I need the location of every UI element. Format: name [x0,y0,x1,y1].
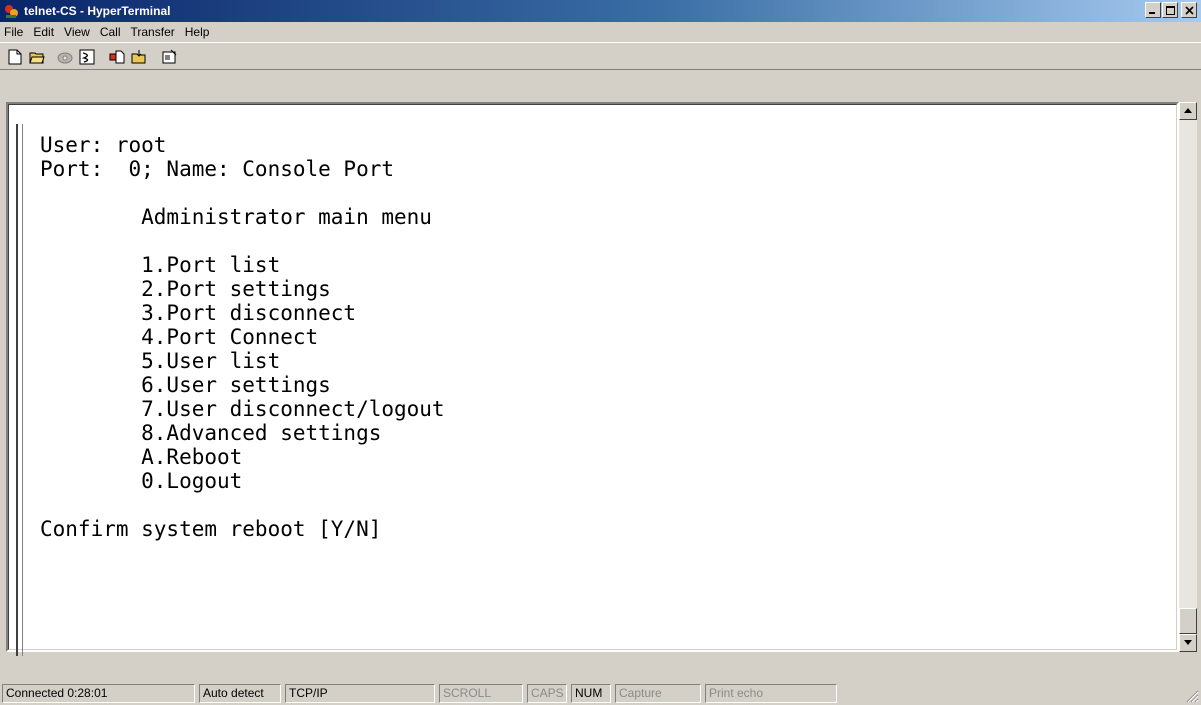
minimize-icon [1149,12,1155,14]
terminal-line: 6.User settings [40,373,331,397]
menu-call[interactable]: Call [95,23,126,41]
receive-button[interactable] [128,46,150,68]
status-detect: Auto detect [199,684,281,703]
terminal-line: User: root [40,133,167,157]
terminal-line: 7.User disconnect/logout [40,397,445,421]
arrow-down-icon [1184,640,1192,645]
terminal-frame [0,70,1201,102]
scroll-down-button[interactable] [1179,634,1197,652]
status-num: NUM [571,684,611,703]
status-bar: Connected 0:28:01 Auto detect TCP/IP SCR… [0,681,1201,705]
new-document-icon [8,49,22,65]
terminal-line: 1.Port list [40,253,281,277]
open-folder-icon [29,52,45,64]
status-capture: Capture [615,684,701,703]
menu-view[interactable]: View [59,23,95,41]
scroll-up-button[interactable] [1179,102,1197,120]
arrow-up-icon [1184,108,1192,113]
status-connection-time: Connected 0:28:01 [2,684,195,703]
window-title: telnet-CS - HyperTerminal [24,4,171,18]
menu-transfer[interactable]: Transfer [126,23,180,41]
terminal-gutter [16,124,23,656]
disconnect-button[interactable] [76,46,98,68]
send-file-icon [109,50,125,64]
phone-icon [57,52,73,64]
terminal-line: 4.Port Connect [40,325,319,349]
terminal-screen[interactable]: User: root Port: 0; Name: Console Port A… [6,102,1179,656]
terminal-line: 0.Logout [40,469,243,493]
connect-button[interactable] [54,46,76,68]
properties-button[interactable] [158,46,180,68]
scrollbar-thumb[interactable] [1179,608,1197,634]
open-button[interactable] [26,46,48,68]
hyperterminal-app-icon[interactable] [4,3,20,19]
menu-edit[interactable]: Edit [28,23,59,41]
menu-file[interactable]: File [0,23,28,41]
menu-bar: File Edit View Call Transfer Help [0,22,1201,42]
title-bar[interactable]: telnet-CS - HyperTerminal [0,0,1201,22]
terminal-line: Port: 0; Name: Console Port [40,157,395,181]
terminal-line: 8.Advanced settings [40,421,382,445]
send-button[interactable] [106,46,128,68]
terminal-line: 2.Port settings [40,277,331,301]
receive-file-icon [131,50,146,64]
bottom-frame [6,652,1179,680]
terminal-line: 5.User list [40,349,281,373]
terminal-line: Administrator main menu [40,205,432,229]
vertical-scrollbar[interactable] [1179,102,1197,652]
status-print-echo: Print echo [705,684,837,703]
terminal-line: Confirm system reboot [Y/N] [40,517,382,541]
status-scroll: SCROLL [439,684,523,703]
terminal-line: 3.Port disconnect [40,301,357,325]
status-protocol: TCP/IP [285,684,435,703]
window-controls [1144,2,1197,18]
close-button[interactable] [1181,2,1197,18]
disconnect-icon [79,49,95,65]
terminal-line: A.Reboot [40,445,243,469]
properties-icon [162,49,177,64]
close-icon [1185,6,1194,15]
maximize-button[interactable] [1162,2,1178,18]
toolbar [0,42,1201,70]
maximize-icon [1166,6,1175,15]
new-connection-button[interactable] [4,46,26,68]
status-caps: CAPS [527,684,567,703]
minimize-button[interactable] [1145,2,1161,18]
menu-help[interactable]: Help [180,23,215,41]
resize-grip-icon[interactable] [1185,689,1199,703]
